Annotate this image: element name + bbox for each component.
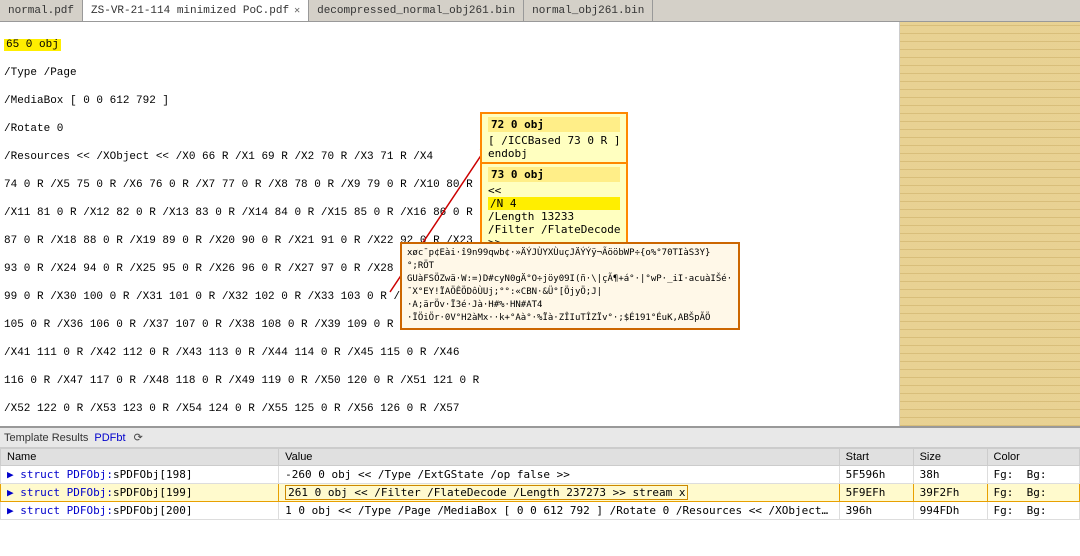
bottom-panel: Template Results PDFbt ⟳ Name Value Star… — [0, 426, 1080, 556]
tab-label: normal.pdf — [8, 5, 74, 17]
refresh-icon[interactable]: ⟳ — [134, 431, 143, 444]
row-color: Fg: Bg: — [987, 466, 1079, 484]
row-start: 5F596h — [839, 466, 913, 484]
row-value: -260 0 obj << /Type /ExtGState /op false… — [279, 466, 840, 484]
row-name: ▶ struct PDFObj:sPDFObj[200] — [1, 502, 279, 520]
tab-decompressed[interactable]: decompressed_normal_obj261.bin — [309, 0, 524, 22]
row-color: Fg: Bg: — [987, 484, 1079, 502]
row-name: ▶ struct PDFObj:sPDFObj[199] — [1, 484, 279, 502]
row-name: ▶ struct PDFObj:sPDFObj[198] — [1, 466, 279, 484]
row-value: 1 0 obj << /Type /Page /MediaBox [ 0 0 6… — [279, 502, 840, 520]
template-results-label: Template Results — [4, 432, 88, 444]
results-table: Name Value Start Size Color ▶ struct PDF… — [0, 448, 1080, 520]
col-start: Start — [839, 449, 913, 466]
tab-label: normal_obj261.bin — [532, 5, 644, 17]
table-row[interactable]: ▶ struct PDFObj:sPDFObj[198] -260 0 obj … — [1, 466, 1080, 484]
sidebar-panel — [900, 22, 1080, 426]
editor-content[interactable]: 65 0 obj /Type /Page /MediaBox [ 0 0 612… — [0, 22, 899, 426]
row-size: 39F2Fh — [913, 484, 987, 502]
table-header-row: Name Value Start Size Color — [1, 449, 1080, 466]
format-label: PDFbt — [94, 432, 125, 444]
col-value: Value — [279, 449, 840, 466]
col-color: Color — [987, 449, 1079, 466]
tab-close-icon[interactable]: ✕ — [294, 5, 300, 17]
row-color: Fg: Bg: — [987, 502, 1079, 520]
tab-poc-pdf[interactable]: ZS-VR-21-114 minimized PoC.pdf ✕ — [83, 0, 309, 22]
row-value: 261 0 obj << /Filter /FlateDecode /Lengt… — [279, 484, 840, 502]
bottom-toolbar: Template Results PDFbt ⟳ — [0, 428, 1080, 448]
results-scroll[interactable]: Name Value Start Size Color ▶ struct PDF… — [0, 448, 1080, 556]
row-size: 38h — [913, 466, 987, 484]
table-row[interactable]: ▶ struct PDFObj:sPDFObj[199] 261 0 obj <… — [1, 484, 1080, 502]
tab-bar: normal.pdf ZS-VR-21-114 minimized PoC.pd… — [0, 0, 1080, 22]
tab-label: ZS-VR-21-114 minimized PoC.pdf — [91, 5, 289, 17]
sidebar-background — [900, 22, 1080, 426]
tab-label: decompressed_normal_obj261.bin — [317, 5, 515, 17]
main-area: 65 0 obj /Type /Page /MediaBox [ 0 0 612… — [0, 22, 1080, 426]
row-start: 5F9EFh — [839, 484, 913, 502]
col-size: Size — [913, 449, 987, 466]
row-start: 396h — [839, 502, 913, 520]
editor-panel: 65 0 obj /Type /Page /MediaBox [ 0 0 612… — [0, 22, 900, 426]
col-name: Name — [1, 449, 279, 466]
tab-normal-obj261[interactable]: normal_obj261.bin — [524, 0, 653, 22]
row-size: 994FDh — [913, 502, 987, 520]
tab-normal-pdf[interactable]: normal.pdf — [0, 0, 83, 22]
table-row[interactable]: ▶ struct PDFObj:sPDFObj[200] 1 0 obj << … — [1, 502, 1080, 520]
